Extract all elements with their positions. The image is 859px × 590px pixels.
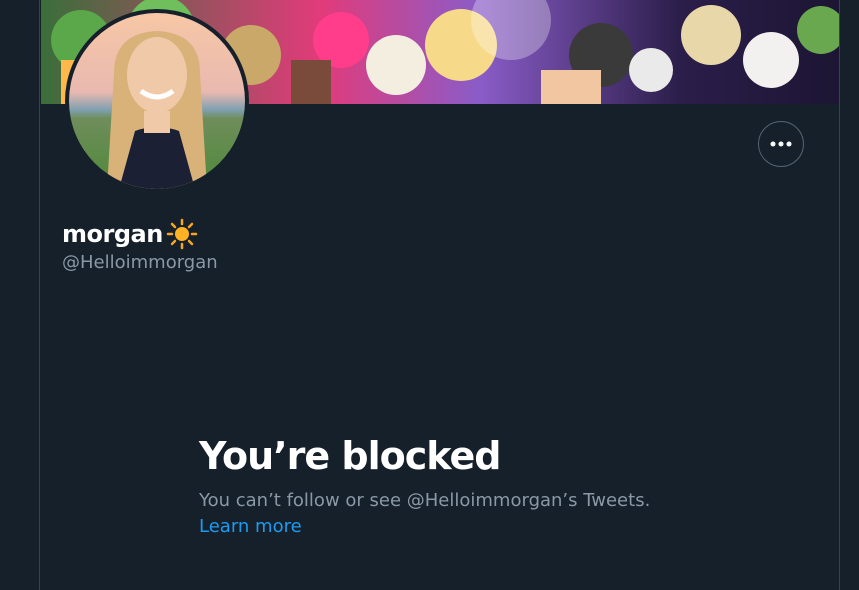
blocked-notice: You’re blocked You can’t follow or see @… [199, 430, 719, 540]
profile-handle: @Helloimmorgan [62, 252, 218, 273]
profile-avatar[interactable] [65, 9, 249, 193]
avatar-photo [69, 13, 245, 189]
profile-name-row: morgan [62, 218, 198, 250]
profile-column: morgan @Helloimmorgan You’re blocked You… [39, 0, 840, 590]
blocked-description: You can’t follow or see @Helloimmorgan’s… [199, 490, 651, 511]
sun-icon [166, 218, 198, 250]
more-dots-icon [770, 141, 792, 147]
more-options-button[interactable] [758, 121, 804, 167]
display-name: morgan [62, 220, 163, 248]
blocked-title: You’re blocked [199, 434, 501, 478]
learn-more-link[interactable]: Learn more [199, 514, 302, 540]
